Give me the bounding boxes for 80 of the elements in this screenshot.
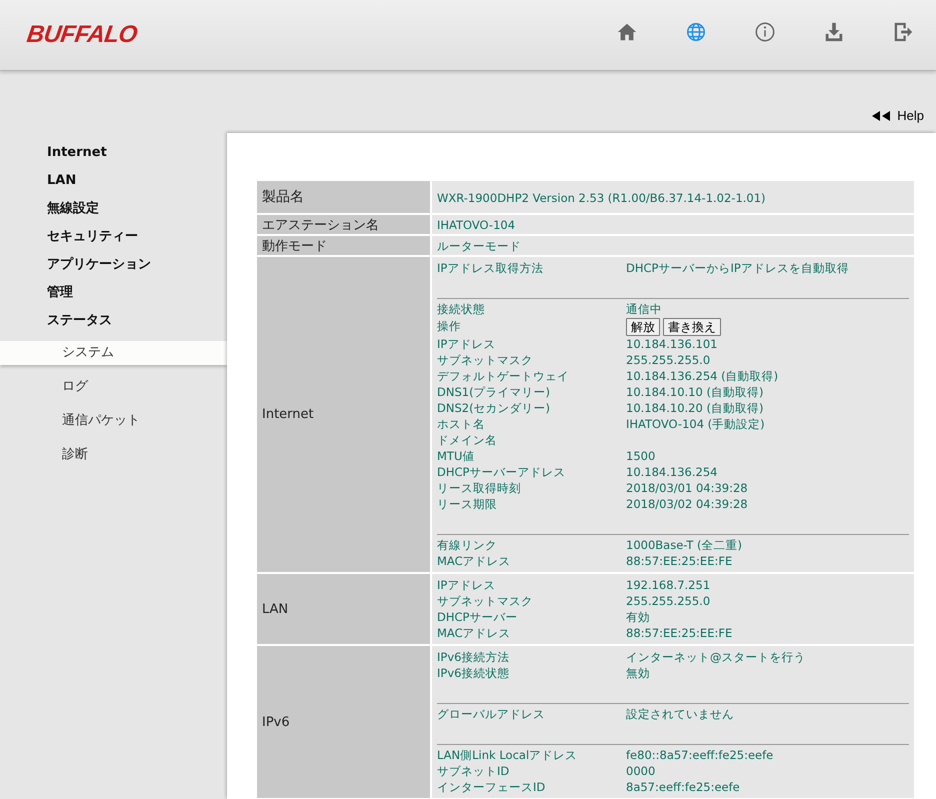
field-label: リース取得時刻: [437, 480, 522, 496]
sidebar-subitem[interactable]: 通信パケット: [0, 409, 227, 433]
field-label: DNS1(プライマリー): [437, 384, 552, 400]
field-value: 10.184.136.254: [626, 465, 718, 479]
field-label: LAN側Link Localアドレス: [437, 748, 578, 762]
field-label: インターフェースID: [437, 780, 546, 794]
info-icon[interactable]: [754, 21, 776, 43]
row-value: ルーターモード: [432, 236, 914, 255]
globe-icon[interactable]: [685, 21, 707, 43]
sidebar-item[interactable]: 無線設定: [0, 195, 227, 223]
field-value: 設定されていません: [626, 706, 734, 722]
row-value: WXR-1900DHP2 Version 2.53 (R1.00/B6.37.14-1.02-1.01): [432, 181, 914, 213]
field-value: 1000Base-T (全二重): [626, 538, 742, 552]
sidebar-item[interactable]: セキュリティー: [0, 223, 227, 251]
row-label: Internet: [257, 257, 430, 572]
field-label: IPv6接続状態: [437, 666, 510, 680]
field-value: 有効: [626, 610, 650, 624]
help-link[interactable]: Help: [872, 108, 924, 123]
field-label: IPv6接続方法: [437, 650, 510, 664]
field-value: 88:57:EE:25:EE:FE: [626, 554, 732, 568]
field-value: 1500: [626, 449, 656, 463]
field-value: 88:57:EE:25:EE:FE: [626, 626, 732, 640]
row-label: LAN: [257, 574, 430, 644]
sidebar-item[interactable]: アプリケーション: [0, 251, 227, 279]
sidebar-subitem[interactable]: ログ: [0, 375, 227, 399]
row-label: 動作モード: [257, 236, 430, 255]
field-label: MTU値: [437, 448, 476, 464]
field-value: 通信中: [626, 302, 662, 316]
field-value: 2018/03/01 04:39:28: [626, 481, 748, 495]
field-label: 操作: [437, 319, 462, 334]
field-label: ドメイン名: [437, 432, 498, 448]
double-left-triangle-icon: [872, 110, 892, 120]
field-value: 10.184.10.10 (自動取得): [626, 384, 764, 400]
field-value: 無効: [626, 666, 650, 680]
row-label: エアステーション名: [257, 215, 430, 234]
action-button[interactable]: 解放: [626, 318, 660, 336]
sidebar-item[interactable]: LAN: [0, 167, 227, 195]
sidebar-item[interactable]: Internet: [0, 139, 227, 167]
field-label: デフォルトゲートウェイ: [437, 368, 570, 384]
field-value: 255.255.255.0: [626, 594, 710, 608]
field-label: MACアドレス: [437, 554, 512, 568]
home-icon[interactable]: [616, 21, 638, 43]
field-label: サブネットマスク: [437, 352, 534, 368]
field-label: 接続状態: [437, 302, 486, 316]
field-label: IPアドレス: [437, 578, 496, 592]
logo: BUFFALO: [25, 21, 139, 49]
field-label: サブネットマスク: [437, 594, 534, 608]
field-label: リース期限: [437, 496, 498, 512]
field-label: 有線リンク: [437, 538, 498, 552]
field-value: IHATOVO-104 (手動設定): [626, 416, 765, 432]
download-icon[interactable]: [823, 21, 845, 43]
field-value: 8a57:eeff:fe25:eefe: [626, 780, 740, 794]
field-value: 255.255.255.0: [626, 353, 710, 367]
field-label: DNS2(セカンダリー): [437, 400, 552, 416]
field-label: サブネットID: [437, 764, 510, 778]
field-value: 10.184.10.20 (自動取得): [626, 400, 764, 416]
field-value: DHCPサーバーからIPアドレスを自動取得: [626, 260, 849, 276]
field-label: DHCPサーバー: [437, 610, 518, 624]
field-label: IPアドレス取得方法: [437, 260, 544, 276]
field-value: 10.184.136.101: [626, 337, 718, 351]
field-label: IPアドレス: [437, 336, 496, 352]
field-label: グローバルアドレス: [437, 706, 546, 722]
field-value: fe80::8a57:eeff:fe25:eefe: [626, 748, 774, 762]
field-value: 192.168.7.251: [626, 578, 710, 592]
field-label: ホスト名: [437, 416, 486, 432]
sidebar-item[interactable]: ステータス: [0, 307, 227, 335]
action-button[interactable]: 書き換え: [663, 318, 721, 336]
sidebar-item[interactable]: 管理: [0, 279, 227, 307]
sidebar-subitem[interactable]: システム: [0, 341, 227, 365]
row-label: 製品名: [257, 181, 430, 213]
field-value: 2018/03/02 04:39:28: [626, 497, 748, 511]
field-value: 0000: [626, 764, 656, 778]
row-label: IPv6: [257, 646, 430, 798]
field-label: MACアドレス: [437, 626, 512, 640]
field-value: インターネット@スタートを行う: [626, 650, 806, 664]
field-label: DHCPサーバーアドレス: [437, 464, 566, 480]
row-value: IHATOVO-104: [432, 215, 914, 234]
logout-icon[interactable]: [892, 21, 914, 43]
field-value: 10.184.136.254 (自動取得): [626, 368, 778, 384]
sidebar-subitem[interactable]: 診断: [0, 443, 227, 467]
